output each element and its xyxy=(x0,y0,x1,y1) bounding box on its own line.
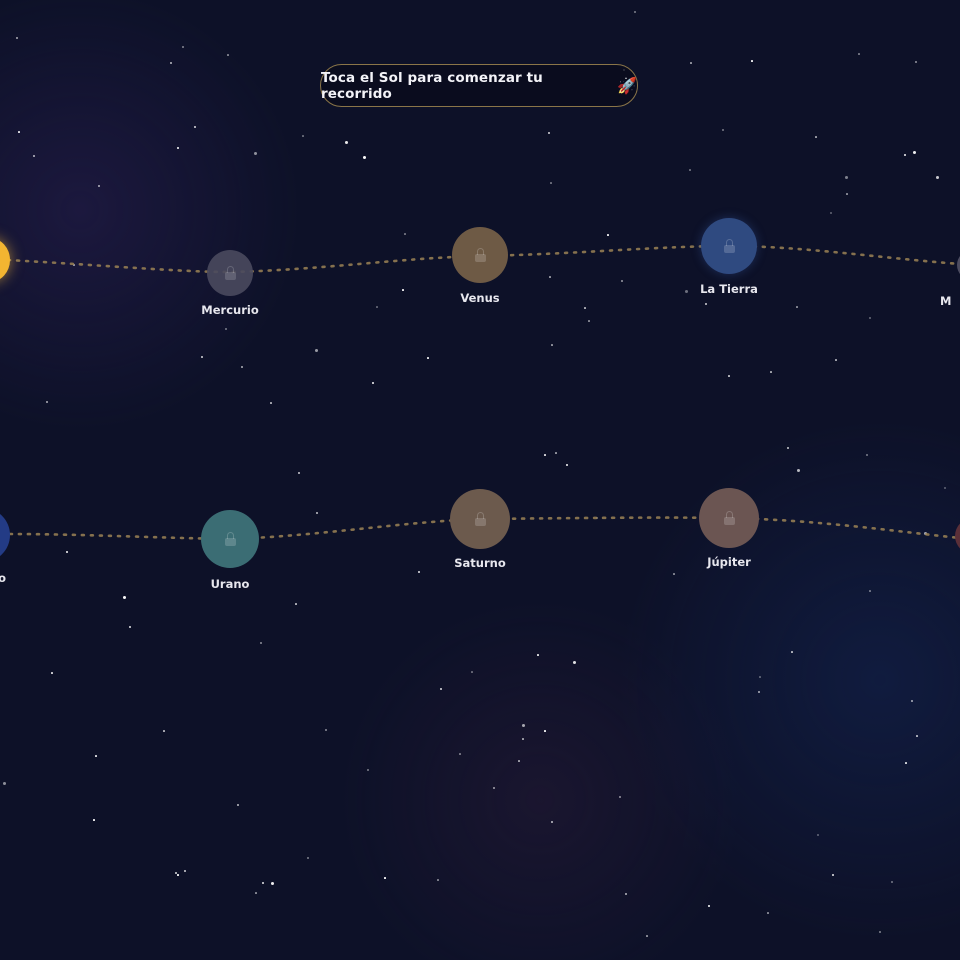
orbit-paths xyxy=(6,244,960,541)
instruction-text: Toca el Sol para comenzar tu recorrido xyxy=(321,69,543,102)
lock-icon xyxy=(723,511,735,525)
planet-urano[interactable] xyxy=(201,510,259,568)
lock-icon xyxy=(224,266,236,280)
instruction-banner: Toca el Sol para comenzar tu recorrido 🚀 xyxy=(320,64,638,107)
rocket-icon: 🚀 xyxy=(616,76,637,95)
lock-icon xyxy=(474,512,486,526)
planet-jupiter[interactable] xyxy=(699,488,759,548)
planet-label-marte: M xyxy=(940,294,952,308)
planet-label-neptuno: o xyxy=(0,571,6,585)
lock-icon xyxy=(224,532,236,546)
planet-label-mercurio: Mercurio xyxy=(201,303,259,317)
lock-icon xyxy=(723,239,735,253)
planet-saturno[interactable] xyxy=(450,489,510,549)
planet-label-saturno: Saturno xyxy=(454,556,506,570)
planet-label-urano: Urano xyxy=(210,577,250,591)
planet-venus[interactable] xyxy=(452,227,508,283)
planet-tierra[interactable] xyxy=(701,218,757,274)
planet-label-jupiter: Júpiter xyxy=(707,555,751,569)
lock-icon xyxy=(474,248,486,262)
planet-label-tierra: La Tierra xyxy=(700,282,758,296)
planet-label-venus: Venus xyxy=(460,291,500,305)
planet-mercurio[interactable] xyxy=(207,250,253,296)
